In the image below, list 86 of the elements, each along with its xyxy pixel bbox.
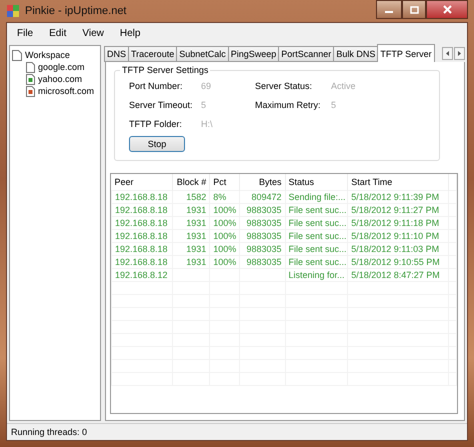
maximize-button[interactable] <box>402 0 426 19</box>
table-cell: 8% <box>210 190 240 204</box>
column-header[interactable]: Start Time <box>348 174 448 190</box>
table-cell: 192.168.8.18 <box>112 190 172 204</box>
tree-item[interactable]: yahoo.com <box>38 74 82 84</box>
tree-item[interactable]: microsoft.com <box>38 86 94 96</box>
table-cell: 5/18/2012 9:11:03 PM <box>348 242 448 256</box>
document-icon <box>26 62 35 72</box>
table-cell: 100% <box>210 204 240 216</box>
close-button[interactable] <box>426 0 468 19</box>
tab[interactable]: SubnetCalc <box>176 46 229 62</box>
scroll-left-icon[interactable] <box>442 47 453 60</box>
table-cell: 5/18/2012 9:11:18 PM <box>348 216 448 230</box>
table-cell: 192.168.8.18 <box>112 216 172 230</box>
field-label: Server Timeout: <box>129 100 194 110</box>
menu-item[interactable]: View <box>76 28 110 38</box>
tab[interactable]: PingSweep <box>228 46 280 62</box>
stop-button[interactable]: Stop <box>129 136 185 152</box>
table-cell: File sent suc... <box>285 204 348 216</box>
table-cell: 1582 <box>172 190 210 204</box>
table-cell: 100% <box>210 242 240 256</box>
tab[interactable]: Traceroute <box>128 46 178 62</box>
status-text: Running threads: 0 <box>11 427 88 437</box>
app-icon <box>6 4 20 18</box>
column-header[interactable]: Block # <box>172 174 210 190</box>
workspace-icon <box>12 50 22 60</box>
column-header[interactable]: Status <box>285 174 348 190</box>
field-value: 69 <box>201 81 212 91</box>
menu-item[interactable]: Help <box>114 28 146 38</box>
table-cell: 1931 <box>172 256 210 268</box>
column-header[interactable]: Bytes <box>239 174 286 190</box>
table-cell: 9883035 <box>239 230 286 242</box>
field-label: Maximum Retry: <box>255 100 322 110</box>
maximize-icon <box>410 6 418 14</box>
table-cell: 809472 <box>239 190 286 204</box>
document-icon <box>26 86 35 96</box>
table-cell: 1931 <box>172 204 210 216</box>
column-header[interactable]: Peer <box>112 174 172 190</box>
tab[interactable]: DNS <box>104 46 130 62</box>
menu-item[interactable]: Edit <box>43 28 72 38</box>
table-cell: 1931 <box>172 230 210 242</box>
table-cell: 9883035 <box>239 256 286 268</box>
table-cell: File sent suc... <box>285 216 348 230</box>
minimize-button[interactable] <box>376 0 402 19</box>
scroll-right-icon[interactable] <box>454 47 465 60</box>
table-cell: File sent suc... <box>285 256 348 268</box>
table-cell: 192.168.8.18 <box>112 256 172 268</box>
tab[interactable]: Bulk DNS <box>333 46 378 62</box>
table-cell: Listening for... <box>285 268 348 282</box>
table-cell: 100% <box>210 230 240 242</box>
tab[interactable]: TFTP Server <box>377 44 435 62</box>
table-cell: 5/18/2012 9:11:10 PM <box>348 230 448 242</box>
table-cell: 192.168.8.18 <box>112 204 172 216</box>
field-value: 5 <box>331 100 338 110</box>
field-label: Server Status: <box>255 81 314 91</box>
field-label: TFTP Folder: <box>129 119 183 129</box>
table-cell: 100% <box>210 216 240 230</box>
table-cell: 5/18/2012 9:10:55 PM <box>348 256 448 268</box>
table-cell: 192.168.8.18 <box>112 242 172 256</box>
field-value: H:\ <box>201 119 214 129</box>
close-icon <box>442 5 452 14</box>
table-cell: 9883035 <box>239 216 286 230</box>
group-title: TFTP Server Settings <box>120 65 210 75</box>
field-label: Port Number: <box>129 81 184 91</box>
table-cell: 9883035 <box>239 242 286 256</box>
tree-item[interactable]: Workspace <box>25 50 70 60</box>
table-cell: File sent suc... <box>285 230 348 242</box>
table-cell: 192.168.8.18 <box>112 230 172 242</box>
table-cell: 9883035 <box>239 204 286 216</box>
table-cell: File sent suc... <box>285 242 348 256</box>
table-cell: 1931 <box>172 216 210 230</box>
table-cell: 192.168.8.12 <box>112 268 172 282</box>
field-value: Active <box>331 81 357 91</box>
table-cell: 100% <box>210 256 240 268</box>
window-title: Pinkie - ipUptime.net <box>25 5 126 17</box>
table-cell: Sending file:... <box>285 190 348 204</box>
field-value: 5 <box>201 100 208 110</box>
table-cell: 5/18/2012 8:47:27 PM <box>348 268 448 282</box>
menu-item[interactable]: File <box>11 28 40 38</box>
tab[interactable]: PortScanner <box>278 46 334 62</box>
table-cell: 5/18/2012 9:11:27 PM <box>348 204 448 216</box>
tree-item[interactable]: google.com <box>38 62 85 72</box>
document-icon <box>26 74 35 84</box>
table-cell: 5/18/2012 9:11:39 PM <box>348 190 448 204</box>
column-header[interactable]: Pct <box>210 174 240 190</box>
table-cell: 1931 <box>172 242 210 256</box>
